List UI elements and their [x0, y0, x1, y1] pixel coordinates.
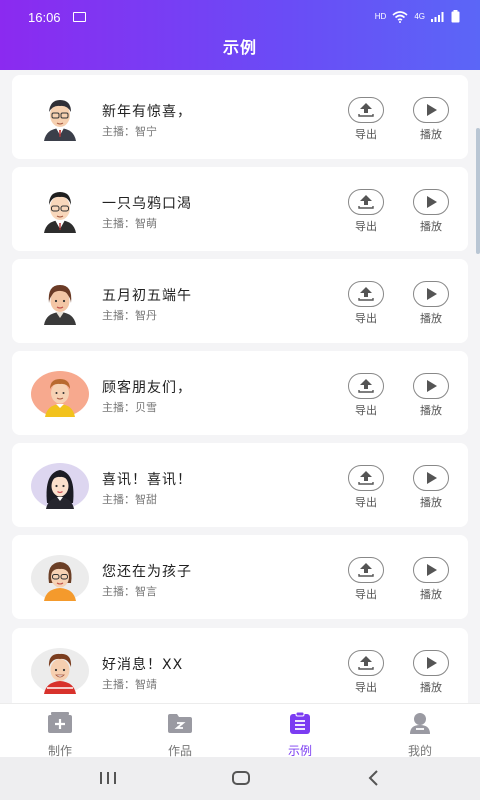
man-glasses-suit-icon — [44, 100, 76, 141]
item-host: 主播：贝雪 — [102, 401, 157, 414]
page-title: 示例 — [222, 38, 257, 57]
status-bar: 16:06 HD 4G — [0, 0, 480, 34]
export-label: 导出 — [355, 404, 377, 417]
item-host: 主播：智萌 — [102, 217, 157, 230]
export-button[interactable]: 导出 — [346, 373, 386, 418]
home-icon[interactable] — [231, 770, 251, 786]
clipboard-list-icon — [290, 711, 310, 734]
status-time: 16:06 — [28, 10, 61, 25]
status-indicators: HD 4G — [375, 10, 460, 23]
list-item[interactable]: 新年有惊喜， 主播：智宁 导出 播放 — [12, 75, 468, 159]
hd-label: HD — [374, 12, 387, 21]
item-title: 您还在为孩子 — [102, 564, 192, 580]
item-title: 喜讯！喜讯！ — [102, 472, 192, 488]
list-item[interactable]: 您还在为孩子 主播：智言 导出 播放 — [12, 535, 468, 619]
tab-make[interactable]: 制作 — [30, 712, 90, 759]
play-icon — [427, 288, 437, 300]
system-nav-bar — [0, 757, 480, 800]
list-item[interactable]: 好消息！XX 主播：智靖 导出 播放 — [12, 628, 468, 703]
upload-icon — [358, 471, 374, 485]
list-item[interactable]: 一只乌鸦口渴 主播：智萌 导出 播放 — [12, 167, 468, 251]
bottom-tab-bar: 制作 作品 示例 我的 — [0, 703, 480, 759]
network-4g-label: 4G — [414, 12, 425, 21]
export-button[interactable]: 导出 — [346, 557, 386, 602]
man-red-shirt-icon — [31, 648, 89, 694]
man-yellow-shirt-icon — [31, 371, 89, 417]
upload-icon — [358, 103, 374, 117]
play-label: 播放 — [420, 128, 442, 141]
play-icon — [427, 196, 437, 208]
woman-orange-shirt-icon — [31, 555, 89, 601]
tab-examples[interactable]: 示例 — [270, 711, 330, 759]
sample-list[interactable]: 新年有惊喜， 主播：智宁 导出 播放 一只乌鸦口渴 主播：智萌 导出 播放 五月… — [0, 70, 480, 703]
item-title: 五月初五端午 — [102, 288, 192, 304]
item-host: 主播：智言 — [102, 585, 157, 598]
export-button[interactable]: 导出 — [346, 281, 386, 326]
list-item[interactable]: 顾客朋友们， 主播：贝雪 导出 播放 — [12, 351, 468, 435]
tab-works[interactable]: 作品 — [150, 712, 210, 759]
item-title: 一只乌鸦口渴 — [102, 196, 192, 212]
recent-apps-icon[interactable] — [98, 770, 118, 786]
play-button[interactable]: 播放 — [411, 189, 451, 234]
tab-mine[interactable]: 我的 — [390, 712, 450, 759]
woman-long-hair-icon — [31, 463, 89, 509]
wifi-icon — [392, 10, 408, 23]
play-label: 播放 — [420, 312, 442, 325]
export-label: 导出 — [355, 128, 377, 141]
item-title: 好消息！XX — [102, 657, 184, 673]
play-button[interactable]: 播放 — [411, 97, 451, 142]
play-button[interactable]: 播放 — [411, 373, 451, 418]
man-glasses-shirt-icon — [44, 192, 76, 233]
item-title: 新年有惊喜， — [102, 104, 192, 120]
folder-icon — [168, 714, 192, 733]
play-button[interactable]: 播放 — [411, 465, 451, 510]
item-host: 主播：智甜 — [102, 493, 157, 506]
export-label: 导出 — [355, 312, 377, 325]
play-icon — [427, 380, 437, 392]
play-label: 播放 — [420, 496, 442, 509]
item-host: 主播：智宁 — [102, 125, 157, 138]
play-label: 播放 — [420, 588, 442, 601]
export-label: 导出 — [355, 588, 377, 601]
play-button[interactable]: 播放 — [411, 650, 451, 695]
play-label: 播放 — [420, 220, 442, 233]
export-button[interactable]: 导出 — [346, 465, 386, 510]
play-label: 播放 — [420, 404, 442, 417]
upload-icon — [358, 195, 374, 209]
export-button[interactable]: 导出 — [346, 650, 386, 695]
item-host: 主播：智靖 — [102, 678, 157, 691]
back-icon[interactable] — [366, 769, 382, 787]
play-icon — [427, 104, 437, 116]
play-icon — [427, 657, 437, 669]
upload-icon — [358, 656, 374, 670]
woman-short-hair-icon — [44, 285, 76, 325]
play-button[interactable]: 播放 — [411, 557, 451, 602]
item-title: 顾客朋友们， — [102, 380, 192, 396]
person-icon — [410, 713, 430, 734]
export-button[interactable]: 导出 — [346, 97, 386, 142]
item-host: 主播：智丹 — [102, 309, 157, 322]
play-icon — [427, 564, 437, 576]
export-label: 导出 — [355, 220, 377, 233]
gallery-notification-icon — [73, 12, 86, 22]
list-item[interactable]: 五月初五端午 主播：智丹 导出 播放 — [12, 259, 468, 343]
play-label: 播放 — [420, 681, 442, 694]
app-header: 16:06 HD 4G 示例 — [0, 0, 480, 70]
list-item[interactable]: 喜讯！喜讯！ 主播：智甜 导出 播放 — [12, 443, 468, 527]
battery-icon — [451, 10, 460, 23]
play-icon — [427, 472, 437, 484]
export-label: 导出 — [355, 496, 377, 509]
export-label: 导出 — [355, 681, 377, 694]
signal-icon — [431, 11, 444, 22]
export-button[interactable]: 导出 — [346, 189, 386, 234]
upload-icon — [358, 379, 374, 393]
upload-icon — [358, 287, 374, 301]
add-box-icon — [48, 712, 72, 733]
upload-icon — [358, 563, 374, 577]
play-button[interactable]: 播放 — [411, 281, 451, 326]
list-scrollbar[interactable] — [476, 128, 480, 254]
